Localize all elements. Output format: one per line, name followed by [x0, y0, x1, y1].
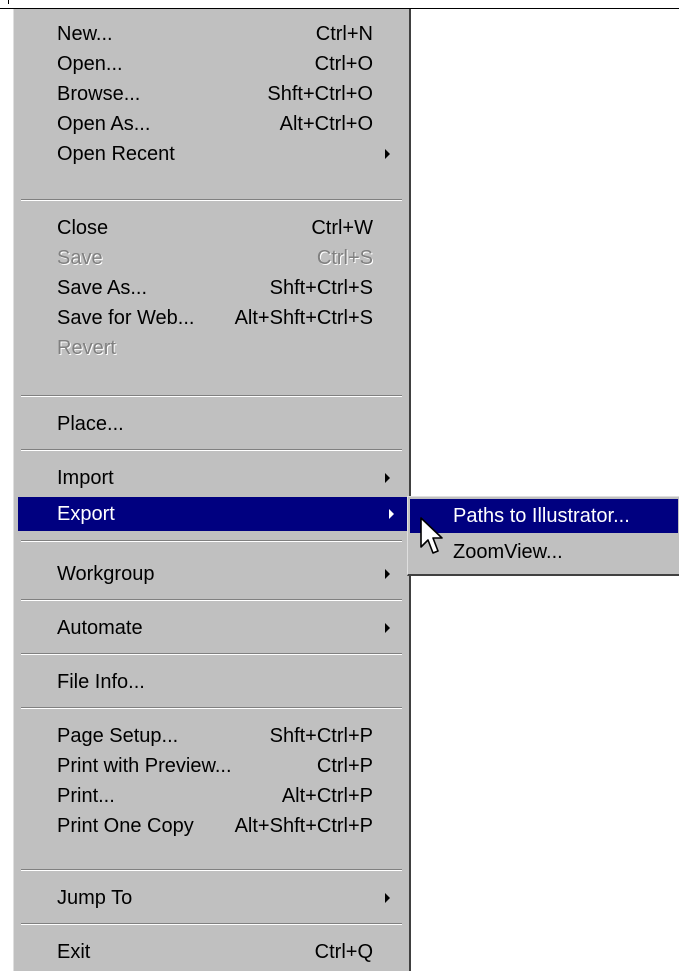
menu-item-export[interactable]: Export	[18, 497, 411, 531]
menu-item-label: File Info...	[57, 671, 145, 693]
menu-separator	[21, 540, 402, 542]
window-edge-tick	[8, 0, 9, 4]
submenu-arrow-icon	[385, 473, 390, 483]
menu-item-exit[interactable]: Exit Ctrl+Q	[14, 935, 409, 969]
menu-item-import[interactable]: Import	[14, 461, 409, 495]
menu-item-print-one-copy[interactable]: Print One Copy Alt+Shft+Ctrl+P	[14, 809, 409, 843]
menu-item-revert[interactable]: Revert	[14, 331, 409, 365]
menu-item-shortcut: Ctrl+W	[311, 217, 373, 239]
submenu-item-zoomview[interactable]: ZoomView...	[410, 535, 678, 569]
menu-item-workgroup[interactable]: Workgroup	[14, 557, 409, 591]
menu-separator	[21, 653, 402, 655]
menu-item-file-info[interactable]: File Info...	[14, 665, 409, 699]
menu-item-open[interactable]: Open... Ctrl+O	[14, 47, 409, 81]
menu-item-shortcut: Ctrl+S	[316, 247, 373, 269]
menu-item-shortcut: Shft+Ctrl+P	[269, 725, 373, 747]
file-menu: New... Ctrl+N Open... Ctrl+O Browse... S…	[13, 9, 411, 971]
menu-separator	[21, 869, 402, 871]
menu-item-print[interactable]: Print... Alt+Ctrl+P	[14, 779, 409, 813]
menu-item-label: Jump To	[57, 887, 133, 909]
menu-item-shortcut: Ctrl+O	[314, 53, 373, 75]
menu-item-label: Open Recent	[57, 143, 175, 165]
menu-item-shortcut: Alt+Shft+Ctrl+P	[234, 815, 373, 837]
submenu-item-label: ZoomView...	[453, 541, 563, 563]
menu-item-jump-to[interactable]: Jump To	[14, 881, 409, 915]
menu-item-place[interactable]: Place...	[14, 407, 409, 441]
menu-item-save[interactable]: Save Ctrl+S	[14, 241, 409, 275]
menu-item-label: Place...	[57, 413, 124, 435]
menu-item-close[interactable]: Close Ctrl+W	[14, 211, 409, 245]
menu-item-automate[interactable]: Automate	[14, 611, 409, 645]
menu-item-label: Save As...	[57, 277, 148, 299]
menu-item-shortcut: Ctrl+P	[316, 755, 373, 777]
submenu-arrow-icon	[385, 623, 390, 633]
menu-item-label: Workgroup	[57, 563, 155, 585]
export-submenu: Paths to Illustrator... ZoomView...	[407, 496, 679, 576]
menu-item-save-for-web[interactable]: Save for Web... Alt+Shft+Ctrl+S	[14, 301, 409, 335]
menu-separator	[21, 199, 402, 201]
mouse-pointer-icon	[420, 517, 443, 554]
menu-item-shortcut: Ctrl+Q	[314, 941, 373, 963]
menu-item-label: Exit	[57, 941, 91, 963]
menu-item-shortcut: Shft+Ctrl+O	[267, 83, 373, 105]
menu-item-label: Import	[57, 467, 114, 489]
submenu-arrow-icon	[385, 893, 390, 903]
menu-separator	[21, 707, 402, 709]
menu-item-shortcut: Ctrl+N	[315, 23, 373, 45]
menu-separator	[21, 395, 402, 397]
menu-item-open-recent[interactable]: Open Recent	[14, 137, 409, 171]
menu-separator	[21, 599, 402, 601]
submenu-arrow-icon	[385, 149, 390, 159]
menu-item-label: Page Setup...	[57, 725, 179, 747]
menu-item-label: Open As...	[57, 113, 151, 135]
menu-item-label: Export	[57, 503, 115, 525]
menu-item-shortcut: Shft+Ctrl+S	[269, 277, 373, 299]
menu-item-print-with-preview[interactable]: Print with Preview... Ctrl+P	[14, 749, 409, 783]
menu-item-label: Print with Preview...	[57, 755, 232, 777]
menu-item-label: Automate	[57, 617, 143, 639]
menu-item-shortcut: Alt+Shft+Ctrl+S	[234, 307, 373, 329]
menu-item-shortcut: Alt+Ctrl+P	[281, 785, 373, 807]
submenu-item-paths-to-illustrator[interactable]: Paths to Illustrator...	[410, 499, 678, 533]
menu-item-browse[interactable]: Browse... Shft+Ctrl+O	[14, 77, 409, 111]
menu-item-label: Print One Copy	[57, 815, 194, 837]
menu-item-label: New...	[57, 23, 113, 45]
menu-item-open-as[interactable]: Open As... Alt+Ctrl+O	[14, 107, 409, 141]
menu-item-label: Print...	[57, 785, 115, 807]
menu-item-label: Open...	[57, 53, 123, 75]
menu-item-label: Save for Web...	[57, 307, 195, 329]
menu-item-new[interactable]: New... Ctrl+N	[14, 17, 409, 51]
submenu-item-label: Paths to Illustrator...	[453, 505, 630, 527]
submenu-arrow-icon	[389, 509, 394, 519]
menu-item-label: Browse...	[57, 83, 141, 105]
menu-item-label: Revert	[57, 337, 116, 359]
menu-separator	[21, 449, 402, 451]
menu-item-label: Close	[57, 217, 109, 239]
menu-item-page-setup[interactable]: Page Setup... Shft+Ctrl+P	[14, 719, 409, 753]
menu-item-shortcut: Alt+Ctrl+O	[279, 113, 373, 135]
menu-item-label: Save	[57, 247, 103, 269]
menu-item-save-as[interactable]: Save As... Shft+Ctrl+S	[14, 271, 409, 305]
submenu-arrow-icon	[385, 569, 390, 579]
menu-separator	[21, 923, 402, 925]
